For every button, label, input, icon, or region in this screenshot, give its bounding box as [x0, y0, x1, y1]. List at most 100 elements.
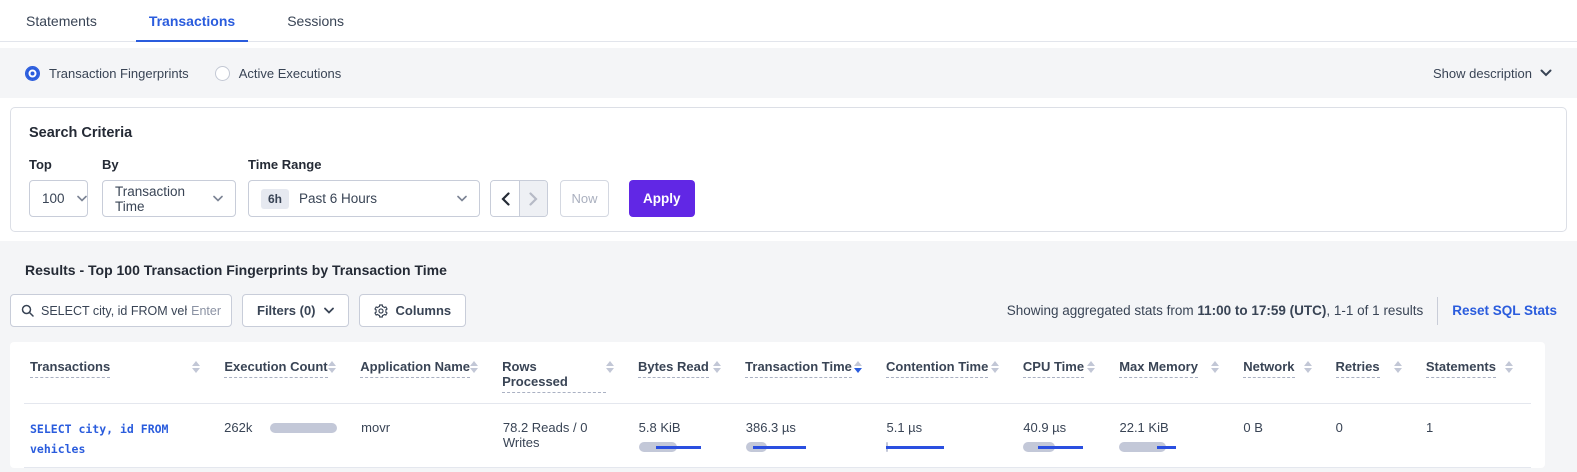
top-label: Top [29, 157, 88, 172]
show-description-toggle[interactable]: Show description [1433, 66, 1552, 81]
column-label: Network [1243, 359, 1294, 378]
time-range-arrows [490, 180, 548, 217]
chevron-down-icon [1540, 69, 1552, 77]
results-title: Results - Top 100 Transaction Fingerprin… [25, 262, 1577, 278]
column-header-statements[interactable]: Statements [1420, 359, 1531, 403]
top-select-value: 100 [42, 191, 65, 206]
cell-statements: 1 [1420, 404, 1531, 467]
search-input-field[interactable] [41, 304, 187, 318]
top-select[interactable]: 100 [29, 180, 88, 217]
search-criteria-card: Search Criteria Top 100 By Transaction T… [10, 107, 1567, 232]
sort-icons[interactable] [713, 361, 721, 373]
column-label: Rows Processed [502, 359, 606, 393]
transactions-table: Transactions Execution Count Application… [24, 342, 1531, 468]
transaction-time-bar [746, 442, 812, 452]
column-header-execution-count[interactable]: Execution Count [218, 359, 354, 403]
by-select-value: Transaction Time [115, 184, 201, 214]
contention-time-value: 5.1 µs [886, 420, 999, 435]
aggregated-stats-note: Showing aggregated stats from 11:00 to 1… [1007, 303, 1423, 318]
sort-icons[interactable] [1394, 361, 1402, 373]
sort-icons[interactable] [991, 361, 999, 373]
chevron-down-icon [324, 307, 334, 314]
radio-selected-icon [25, 66, 40, 81]
chevron-right-icon [529, 192, 538, 206]
contention-time-bar [886, 442, 952, 452]
execution-count-value: 262k [224, 420, 252, 435]
column-label: CPU Time [1023, 359, 1084, 378]
column-header-cpu-time[interactable]: CPU Time [1017, 359, 1113, 403]
search-icon [21, 304, 34, 317]
cell-application-name: movr [355, 404, 497, 467]
sort-icons[interactable] [192, 361, 200, 373]
cell-cpu-time: 40.9 µs [1017, 404, 1113, 467]
table-header-row: Transactions Execution Count Application… [24, 342, 1531, 404]
column-header-transactions[interactable]: Transactions [24, 359, 218, 403]
tab-transactions[interactable]: Transactions [136, 0, 248, 41]
time-range-select[interactable]: 6h Past 6 Hours [248, 180, 480, 217]
cell-retries: 0 [1330, 404, 1420, 467]
next-time-range-button[interactable] [519, 181, 547, 216]
cell-transaction-time: 386.3 µs [740, 404, 881, 467]
columns-button[interactable]: Columns [359, 294, 467, 327]
column-label: Application Name [360, 359, 470, 378]
sort-icons[interactable] [1505, 361, 1513, 373]
table-row: SELECT city, id FROM vehicles 262k movr … [24, 404, 1531, 468]
radio-active-executions[interactable]: Active Executions [215, 66, 342, 81]
transaction-fingerprint-link[interactable]: SELECT city, id FROM vehicles [30, 420, 192, 459]
sort-icons[interactable] [470, 361, 478, 373]
column-label: Statements [1426, 359, 1496, 378]
column-label: Bytes Read [638, 359, 709, 378]
column-label: Transactions [30, 359, 110, 378]
tab-sessions[interactable]: Sessions [274, 0, 357, 41]
cpu-time-value: 40.9 µs [1023, 420, 1095, 435]
chevron-left-icon [501, 192, 510, 206]
time-range-label: Time Range [248, 157, 480, 172]
time-range-value: Past 6 Hours [299, 191, 377, 206]
search-input[interactable]: Enter [10, 294, 232, 327]
enter-hint-label: Enter [191, 304, 221, 318]
chevron-down-icon [213, 195, 223, 202]
apply-button[interactable]: Apply [629, 180, 695, 217]
sort-icons[interactable] [606, 361, 614, 373]
search-criteria-title: Search Criteria [29, 125, 1548, 141]
sort-icons[interactable] [1304, 361, 1312, 373]
column-header-retries[interactable]: Retries [1330, 359, 1420, 403]
column-label: Max Memory [1119, 359, 1198, 378]
chevron-down-icon [457, 195, 467, 202]
sort-icons[interactable] [854, 361, 862, 373]
vertical-divider [1437, 297, 1438, 325]
bytes-read-value: 5.8 KiB [639, 420, 722, 435]
radio-transaction-fingerprints[interactable]: Transaction Fingerprints [25, 66, 189, 81]
now-button[interactable]: Now [560, 180, 609, 217]
column-header-application-name[interactable]: Application Name [354, 359, 496, 403]
sort-icons[interactable] [1211, 361, 1219, 373]
filters-button[interactable]: Filters (0) [242, 294, 349, 327]
stats-suffix: , 1-1 of 1 results [1326, 303, 1423, 318]
tab-statements[interactable]: Statements [13, 0, 110, 41]
max-memory-value: 22.1 KiB [1119, 420, 1219, 435]
transactions-table-card: Transactions Execution Count Application… [10, 342, 1545, 468]
cell-network: 0 B [1237, 404, 1329, 467]
chevron-down-icon [77, 195, 87, 202]
column-label: Transaction Time [745, 359, 852, 378]
column-header-bytes-read[interactable]: Bytes Read [632, 359, 739, 403]
bytes-read-bar [639, 442, 705, 452]
column-header-transaction-time[interactable]: Transaction Time [739, 359, 880, 403]
sort-icons[interactable] [1087, 361, 1095, 373]
radio-label: Active Executions [239, 66, 342, 81]
gear-icon [374, 304, 388, 318]
column-header-max-memory[interactable]: Max Memory [1113, 359, 1237, 403]
column-header-contention-time[interactable]: Contention Time [880, 359, 1017, 403]
by-select[interactable]: Transaction Time [102, 180, 236, 217]
view-toggle-band: Transaction Fingerprints Active Executio… [0, 48, 1577, 98]
radio-unselected-icon [215, 66, 230, 81]
results-section: Results - Top 100 Transaction Fingerprin… [0, 241, 1577, 472]
cell-execution-count: 262k [218, 404, 355, 467]
reset-sql-stats-link[interactable]: Reset SQL Stats [1452, 303, 1557, 318]
column-header-rows-processed[interactable]: Rows Processed [496, 359, 632, 403]
stats-prefix: Showing aggregated stats from [1007, 303, 1198, 318]
sort-icons[interactable] [328, 361, 336, 373]
cpu-time-bar [1023, 442, 1089, 452]
column-header-network[interactable]: Network [1237, 359, 1329, 403]
previous-time-range-button[interactable] [491, 181, 519, 216]
